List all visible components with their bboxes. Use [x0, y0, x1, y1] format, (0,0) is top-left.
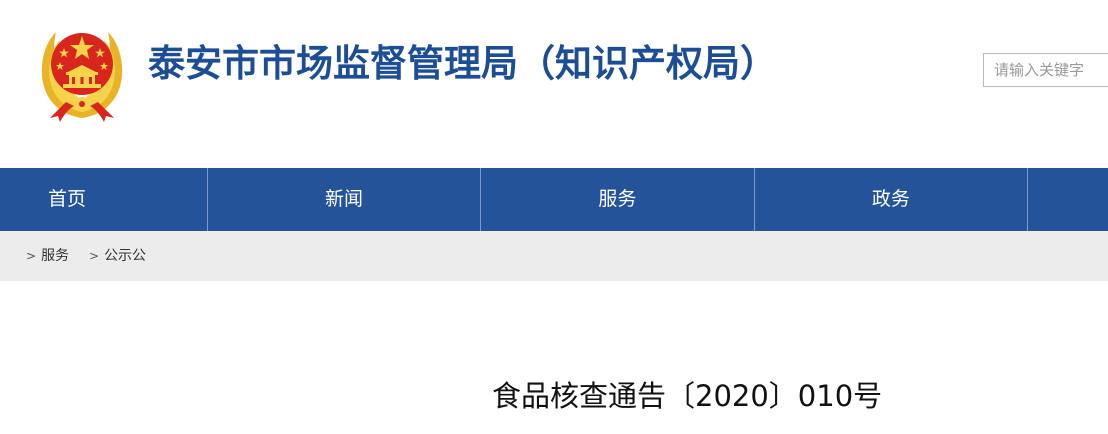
- nav-item-home[interactable]: 首页: [0, 168, 208, 231]
- site-header: 泰安市市场监督管理局（知识产权局）: [0, 0, 1108, 168]
- breadcrumb-arrow-icon: >: [89, 249, 100, 263]
- article-title: 食品核查通告〔2020〕010号: [492, 379, 883, 413]
- nav-item-government[interactable]: 政务: [755, 168, 1029, 231]
- breadcrumb-label: 公示公: [104, 248, 147, 264]
- breadcrumb: > 服务 > 公示公: [0, 231, 1108, 281]
- national-emblem-icon[interactable]: [36, 18, 128, 122]
- nav-item-news[interactable]: 新闻: [208, 168, 482, 231]
- breadcrumb-item-notice[interactable]: > 公示公: [89, 231, 146, 281]
- site-title[interactable]: 泰安市市场监督管理局（知识产权局）: [148, 40, 777, 88]
- main-nav: 首页 新闻 服务 政务: [0, 168, 1108, 231]
- page: 泰安市市场监督管理局（知识产权局） 首页 新闻 服务 政务 > 服务 > 公示公 食…: [0, 0, 1108, 434]
- nav-item-services[interactable]: 服务: [481, 168, 755, 231]
- breadcrumb-item-services[interactable]: > 服务: [26, 231, 69, 281]
- nav-item-more[interactable]: [1028, 168, 1108, 231]
- search-input[interactable]: [983, 53, 1108, 87]
- breadcrumb-label: 服务: [41, 248, 70, 264]
- breadcrumb-arrow-icon: >: [26, 249, 37, 263]
